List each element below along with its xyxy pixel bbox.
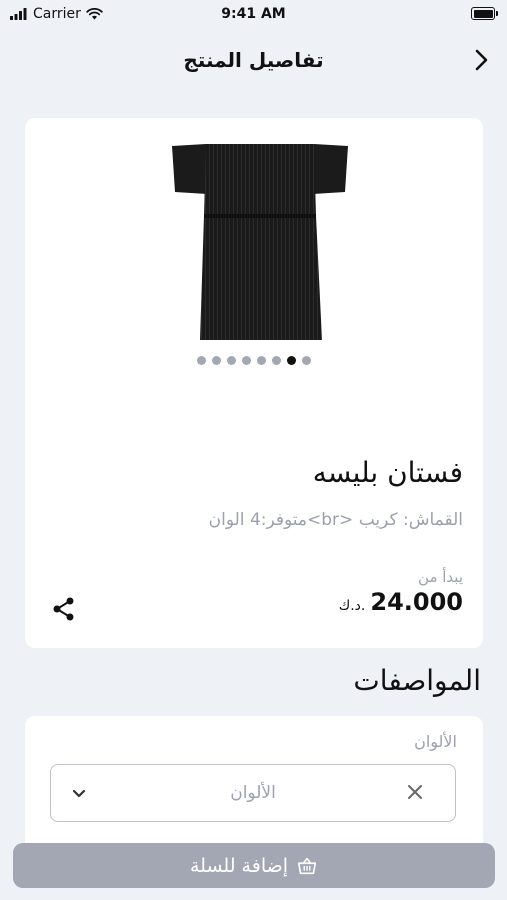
pager-dot[interactable] bbox=[227, 356, 236, 365]
chevron-down-icon[interactable] bbox=[69, 783, 89, 803]
colors-select[interactable]: الألوان bbox=[50, 764, 456, 822]
page-title: تفاصيل المنتج bbox=[183, 48, 324, 72]
price-row: د.ك. 24.000 bbox=[339, 588, 463, 616]
product-description: القماش: كريب <br>متوفر:4 الوان bbox=[208, 510, 463, 530]
price-label: يبدأ من bbox=[418, 568, 463, 586]
add-to-cart-label: إضافة للسلة bbox=[190, 854, 289, 877]
pager-dot[interactable] bbox=[242, 356, 251, 365]
close-icon[interactable] bbox=[405, 782, 425, 802]
image-pager[interactable] bbox=[25, 356, 483, 365]
pager-dot[interactable] bbox=[272, 356, 281, 365]
specifications-card: الألوان الألوان bbox=[25, 716, 483, 846]
status-bar: Carrier 9:41 AM bbox=[0, 0, 507, 28]
colors-label: الألوان bbox=[414, 732, 457, 751]
battery-icon bbox=[471, 7, 498, 20]
specifications-heading: المواصفات bbox=[353, 664, 481, 697]
add-to-cart-button[interactable]: إضافة للسلة bbox=[13, 843, 495, 888]
share-icon[interactable] bbox=[51, 596, 77, 622]
price-currency: د.ك. bbox=[338, 598, 366, 614]
pager-dot[interactable] bbox=[212, 356, 221, 365]
basket-icon bbox=[297, 857, 317, 874]
pager-dot[interactable] bbox=[302, 356, 311, 365]
chevron-right-icon[interactable] bbox=[469, 48, 493, 72]
product-card: فستان بليسه القماش: كريب <br>متوفر:4 الو… bbox=[25, 118, 483, 648]
product-title: فستان بليسه bbox=[312, 456, 463, 489]
pager-dot[interactable] bbox=[287, 356, 296, 365]
product-image[interactable] bbox=[170, 144, 350, 340]
status-time: 9:41 AM bbox=[221, 6, 286, 22]
navigation-bar: تفاصيل المنتج bbox=[0, 38, 507, 82]
pager-dot[interactable] bbox=[197, 356, 206, 365]
colors-select-placeholder: الألوان bbox=[230, 783, 276, 803]
price-value: 24.000 bbox=[370, 588, 463, 616]
pager-dot[interactable] bbox=[257, 356, 266, 365]
